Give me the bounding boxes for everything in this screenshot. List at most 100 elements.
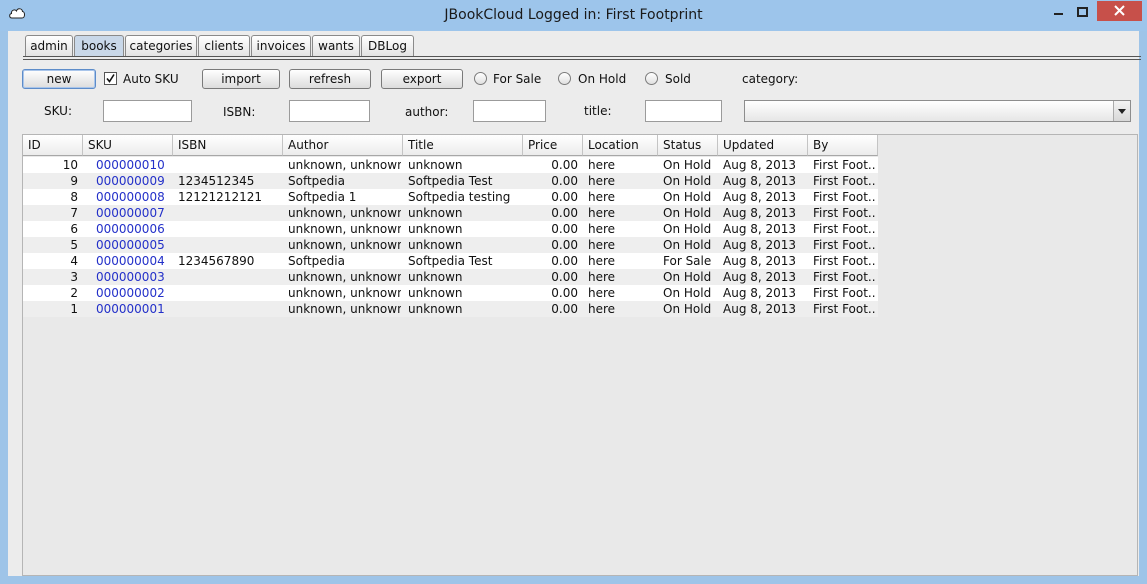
cell-by: First Foot...	[813, 222, 876, 236]
cell-id: 3	[70, 270, 78, 284]
close-icon	[1114, 5, 1125, 16]
cell-location: here	[588, 270, 616, 284]
cell-id: 10	[62, 158, 78, 172]
column-header-status[interactable]: Status	[658, 135, 718, 156]
close-button[interactable]	[1097, 1, 1142, 21]
refresh-button[interactable]: refresh	[289, 69, 371, 89]
cell-title: unknown	[408, 302, 463, 316]
table-row[interactable]: 4 000000004 1234567890 Softpedia Softpedia T…	[23, 253, 878, 269]
cell-price: 0.00	[551, 302, 578, 316]
column-header-title[interactable]: Title	[403, 135, 523, 156]
minimize-button[interactable]	[1046, 3, 1072, 21]
column-header-by[interactable]: By	[808, 135, 878, 156]
cell-sku[interactable]: 000000008	[96, 189, 176, 205]
cell-sku[interactable]: 000000006	[96, 221, 176, 237]
table-row[interactable]: 8 000000008 12121212121 Softpedia 1 Softpedi…	[23, 189, 878, 205]
cell-price: 0.00	[551, 158, 578, 172]
cell-updated: Aug 8, 2013	[723, 174, 797, 188]
cell-isbn	[178, 157, 283, 173]
table-row[interactable]: 3 000000003 unknown, unknown unknown 0.00 her…	[23, 269, 878, 285]
cell-author: Softpedia 1	[288, 190, 357, 204]
cell-updated: Aug 8, 2013	[723, 270, 797, 284]
column-header-sku[interactable]: SKU	[83, 135, 173, 156]
cell-author: Softpedia	[288, 254, 345, 268]
column-header-location[interactable]: Location	[583, 135, 658, 156]
tab-invoices[interactable]: invoices	[251, 35, 311, 56]
cell-isbn	[178, 221, 283, 237]
table-header: ID SKU ISBN Author Title Price Location …	[23, 135, 878, 156]
cell-updated: Aug 8, 2013	[723, 238, 797, 252]
sku-input[interactable]	[103, 100, 192, 122]
tab-clients[interactable]: clients	[198, 35, 250, 56]
tab-divider	[23, 56, 1141, 57]
on-hold-radio[interactable]	[558, 72, 571, 85]
tab-categories[interactable]: categories	[125, 35, 197, 56]
cell-isbn	[178, 237, 283, 253]
table-row[interactable]: 5 000000005 unknown, unknown unknown 0.00 her…	[23, 237, 878, 253]
cell-price: 0.00	[551, 174, 578, 188]
minimize-icon	[1054, 13, 1063, 15]
cell-title: unknown	[408, 286, 463, 300]
cell-author: unknown, unknown	[288, 238, 401, 252]
cell-sku[interactable]: 000000009	[96, 173, 176, 189]
cell-sku[interactable]: 000000003	[96, 269, 176, 285]
cell-status: On Hold	[663, 238, 712, 252]
cell-isbn	[178, 285, 283, 301]
cell-author: unknown, unknown	[288, 302, 401, 316]
cell-sku[interactable]: 000000010	[96, 157, 176, 173]
cell-by: First Foot...	[813, 206, 876, 220]
cell-status: On Hold	[663, 222, 712, 236]
column-header-id[interactable]: ID	[23, 135, 83, 156]
cell-by: First Foot...	[813, 254, 876, 268]
tab-dblog[interactable]: DBLog	[361, 35, 414, 56]
import-button[interactable]: import	[202, 69, 280, 89]
new-button[interactable]: new	[22, 69, 96, 89]
cell-price: 0.00	[551, 286, 578, 300]
maximize-button[interactable]	[1070, 3, 1096, 21]
cell-status: On Hold	[663, 206, 712, 220]
cell-sku[interactable]: 000000007	[96, 205, 176, 221]
table-row[interactable]: 7 000000007 unknown, unknown unknown 0.00 her…	[23, 205, 878, 221]
table-row[interactable]: 2 000000002 unknown, unknown unknown 0.00 her…	[23, 285, 878, 301]
table-row[interactable]: 1 000000001 unknown, unknown unknown 0.00 her…	[23, 301, 878, 317]
sku-label: SKU:	[44, 104, 72, 118]
column-header-updated[interactable]: Updated	[718, 135, 808, 156]
tab-books[interactable]: books	[74, 35, 124, 56]
column-header-isbn[interactable]: ISBN	[173, 135, 283, 156]
table-row[interactable]: 10 000000010 unknown, unknown unknown 0.00 he…	[23, 157, 878, 173]
sold-radio[interactable]	[645, 72, 658, 85]
cell-id: 5	[70, 238, 78, 252]
cell-sku[interactable]: 000000005	[96, 237, 176, 253]
table-row[interactable]: 6 000000006 unknown, unknown unknown 0.00 her…	[23, 221, 878, 237]
title-input[interactable]	[645, 100, 722, 122]
cell-by: First Foot...	[813, 174, 876, 188]
auto-sku-checkbox[interactable]	[104, 72, 117, 85]
cell-status: For Sale	[663, 254, 712, 268]
cell-sku[interactable]: 000000004	[96, 253, 176, 269]
for-sale-radio[interactable]	[474, 72, 487, 85]
dropdown-arrow[interactable]	[1113, 101, 1130, 121]
export-button[interactable]: export	[381, 69, 463, 89]
category-dropdown[interactable]	[744, 100, 1131, 122]
cell-status: On Hold	[663, 190, 712, 204]
cell-price: 0.00	[551, 206, 578, 220]
author-input[interactable]	[473, 100, 546, 122]
maximize-icon	[1077, 7, 1088, 17]
cell-price: 0.00	[551, 222, 578, 236]
cell-status: On Hold	[663, 270, 712, 284]
cell-sku[interactable]: 000000001	[96, 301, 176, 317]
on-hold-label: On Hold	[578, 72, 627, 86]
cell-price: 0.00	[551, 190, 578, 204]
cell-sku[interactable]: 000000002	[96, 285, 176, 301]
column-header-price[interactable]: Price	[523, 135, 583, 156]
tab-wants[interactable]: wants	[312, 35, 360, 56]
category-label: category:	[742, 72, 799, 86]
table-row[interactable]: 9 000000009 1234512345 Softpedia Softpedia T…	[23, 173, 878, 189]
column-header-author[interactable]: Author	[283, 135, 403, 156]
tab-admin[interactable]: admin	[25, 35, 73, 56]
tab-divider	[23, 59, 1141, 60]
isbn-input[interactable]	[289, 100, 370, 122]
checkmark-icon	[106, 74, 115, 83]
cell-author: unknown, unknown	[288, 270, 401, 284]
cell-by: First Foot...	[813, 238, 876, 252]
